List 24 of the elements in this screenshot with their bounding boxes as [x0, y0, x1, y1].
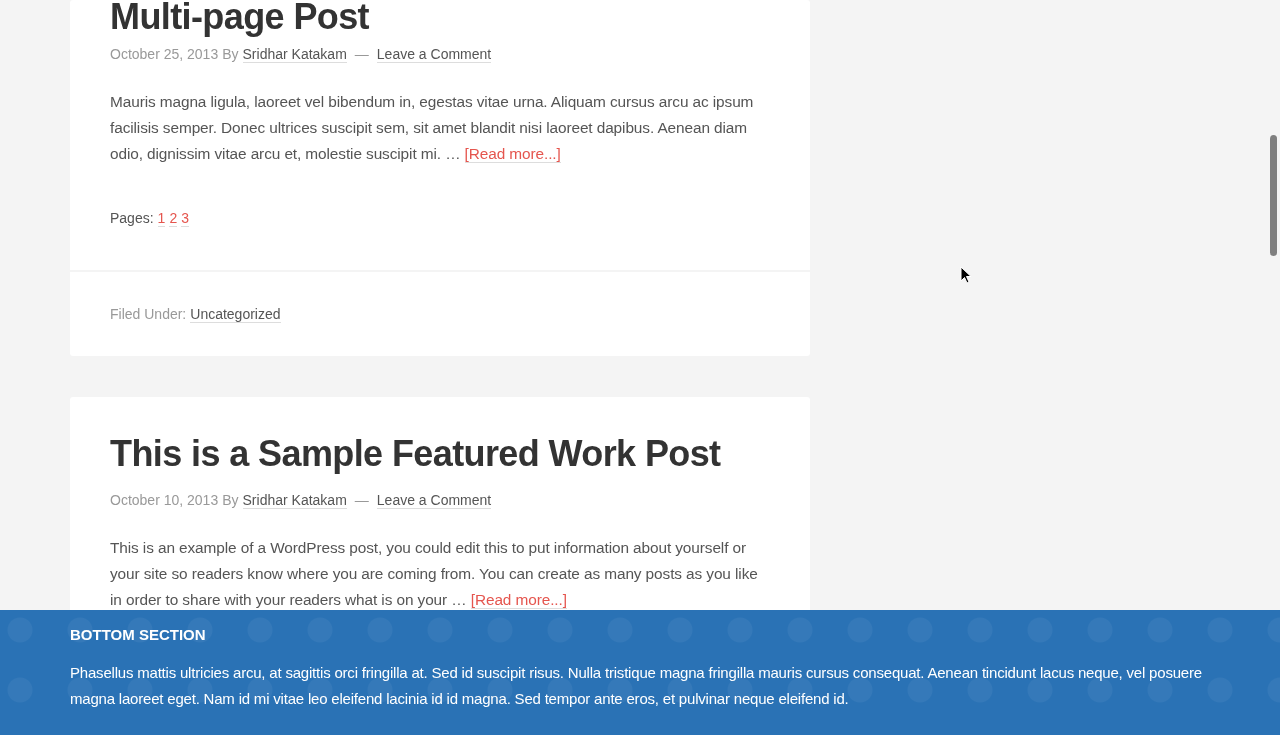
- page-link[interactable]: 1: [157, 210, 166, 227]
- section-title: BOTTOM SECTION: [70, 625, 207, 645]
- author-link[interactable]: Sridhar Katakam: [242, 492, 347, 509]
- scrollbar-thumb[interactable]: [1270, 135, 1277, 256]
- category-link[interactable]: Uncategorized: [190, 306, 281, 323]
- read-more-link[interactable]: [Read more...]: [464, 145, 561, 163]
- section-text: Phasellus mattis ultricies arcu, at sagittis orci fringilla at. Sed id suscipit risus. Nulla tristique magna fringilla mauris cursus consequat. Aenean tincidunt lacus neque, vel posuere magna laoreet eget. Nam id mi vitae leo eleifend lacinia id id magna. Sed tempor ante eros, et pulvinar neque eleifend id.: [70, 663, 1203, 709]
- comment-link[interactable]: Leave a Comment: [376, 492, 492, 509]
- post-date: October 10, 2013: [110, 492, 219, 508]
- post-date: October 25, 2013: [110, 46, 219, 62]
- pages-label: Pages:: [110, 210, 154, 226]
- byline-text: By: [222, 46, 239, 62]
- page-link[interactable]: 2: [169, 210, 178, 227]
- byline-text: By: [222, 492, 239, 508]
- separator-dash: —: [354, 46, 369, 62]
- post-excerpt: Mauris magna ligula, laoreet vel bibendum in, egestas vitae urna. Aliquam cursus arcu ac ipsum facilisis semper. Donec ultrices suscipit sem, sit amet blandit nisi laoreet dapibus. Aenean diam odio, dignissim vitae arcu et, molestie suscipit mi. … [Read more...]: [110, 92, 755, 165]
- read-more-link[interactable]: [Read more...]: [470, 591, 567, 609]
- mouse-pointer-icon: [960, 266, 972, 284]
- filed-under-label: Filed Under:: [110, 306, 187, 322]
- page-link[interactable]: 3: [181, 210, 189, 227]
- separator-dash: —: [354, 492, 369, 508]
- author-link[interactable]: Sridhar Katakam: [242, 46, 347, 63]
- comment-link[interactable]: Leave a Comment: [376, 46, 492, 63]
- post-excerpt: This is an example of a WordPress post, you could edit this to put information about yourself or your site so readers know where you are coming from. You can create as many posts as you like in order to share with your readers what is on your … [Read more...]: [110, 538, 759, 611]
